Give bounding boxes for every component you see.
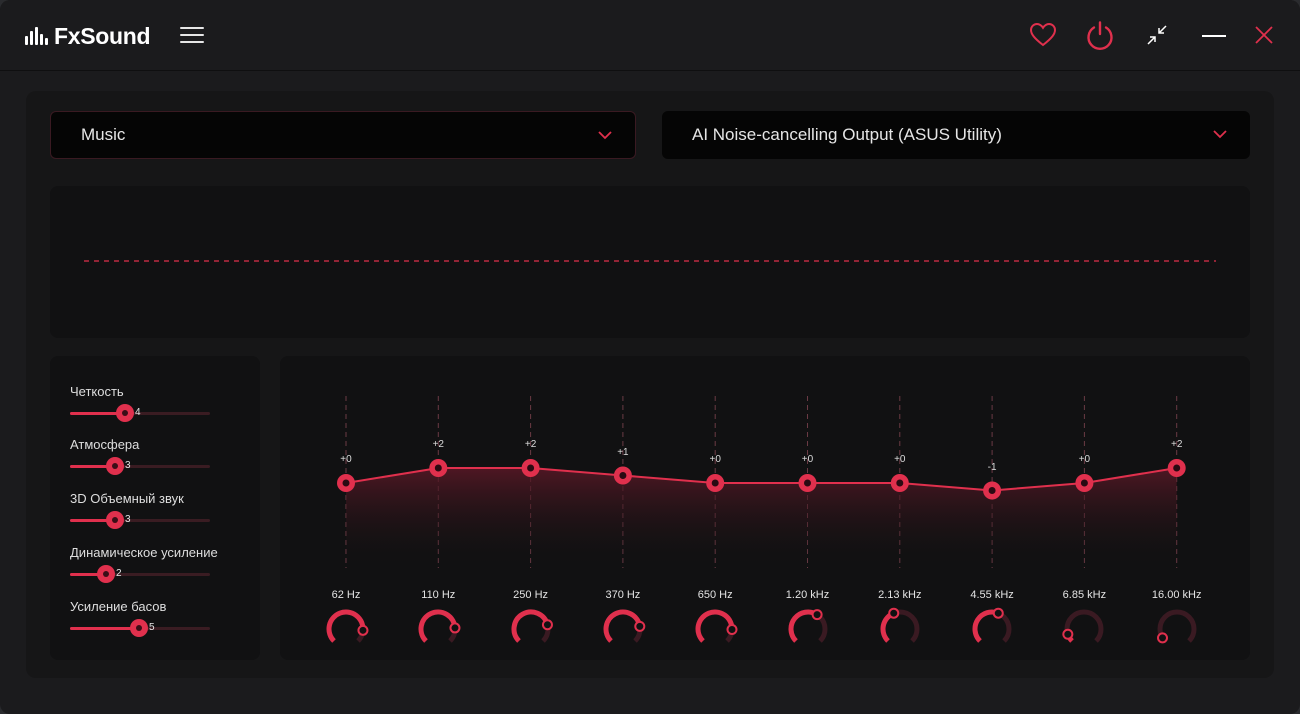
band-gain-label: +2 bbox=[432, 439, 444, 450]
eq-band-handle[interactable] bbox=[1075, 474, 1094, 492]
app-logo: FxSound bbox=[25, 22, 151, 50]
effect-5: Усиление басов 5 bbox=[70, 599, 210, 637]
band-knob[interactable] bbox=[692, 606, 738, 652]
band-knob[interactable] bbox=[508, 606, 554, 652]
slider-thumb[interactable] bbox=[130, 619, 148, 637]
band-frequency-label: 6.85 kHz bbox=[1062, 589, 1107, 601]
effects-panel: Четкость 4 Атмосфера 3 3D Объемный звук 3 Дина… bbox=[50, 356, 260, 660]
eq-band-handle[interactable] bbox=[890, 474, 909, 492]
band-gain-label: -1 bbox=[987, 461, 997, 473]
band-frequency-label: 62 Hz bbox=[331, 589, 361, 601]
slider-thumb[interactable] bbox=[97, 565, 115, 583]
band-knob[interactable] bbox=[1061, 606, 1107, 652]
band-frequency-label: 110 Hz bbox=[421, 589, 456, 601]
chevron-down-icon bbox=[1213, 130, 1227, 139]
heart-icon[interactable] bbox=[1026, 18, 1060, 52]
band-gain-label: +0 bbox=[709, 454, 721, 465]
effect-label: Усиление басов bbox=[70, 599, 167, 614]
band-frequency-label: 2.13 kHz bbox=[878, 589, 922, 601]
eq-band-handle[interactable] bbox=[983, 481, 1002, 500]
fxsound-window: FxSound Music AI Noise-cancelling Output… bbox=[0, 0, 1300, 714]
band-frequency-label: 650 Hz bbox=[697, 589, 733, 601]
app-name: FxSound bbox=[54, 22, 151, 49]
band-gain-label: +1 bbox=[617, 446, 629, 458]
band-frequency-label: 370 Hz bbox=[605, 589, 641, 601]
band-gain-label: +2 bbox=[524, 439, 537, 450]
slider-thumb[interactable] bbox=[106, 457, 124, 475]
title-bar: FxSound bbox=[0, 0, 1300, 71]
band-frequency-label: 4.55 kHz bbox=[970, 589, 1014, 601]
menu-icon[interactable] bbox=[180, 26, 204, 44]
minimize-mode-icon[interactable] bbox=[1140, 18, 1174, 52]
band-knob[interactable] bbox=[877, 606, 923, 652]
main-panel: Music AI Noise-cancelling Output (ASUS U… bbox=[26, 91, 1274, 678]
eq-band-handle[interactable] bbox=[706, 474, 725, 492]
close-icon[interactable] bbox=[1247, 18, 1281, 52]
slider-thumb[interactable] bbox=[116, 404, 134, 422]
band-gain-label: +2 bbox=[1170, 439, 1183, 450]
eq-band-handle[interactable] bbox=[429, 459, 448, 477]
band-knob[interactable] bbox=[785, 606, 831, 652]
effect-slider[interactable]: 2 bbox=[70, 565, 210, 583]
band-knob[interactable] bbox=[415, 606, 461, 652]
slider-fill bbox=[70, 627, 139, 630]
minimize-icon[interactable] bbox=[1197, 18, 1231, 52]
band-gain-label: +0 bbox=[340, 454, 352, 465]
effect-slider[interactable]: 3 bbox=[70, 511, 210, 529]
band-knob[interactable] bbox=[323, 606, 369, 652]
power-icon[interactable] bbox=[1083, 18, 1117, 52]
eq-band-handle[interactable] bbox=[337, 474, 355, 492]
band-knob[interactable] bbox=[600, 606, 646, 652]
effect-slider[interactable]: 3 bbox=[70, 457, 210, 475]
band-frequency-label: 1.20 kHz bbox=[785, 589, 830, 601]
equalizer-panel: +0 62 Hz +2 110 Hz +2 250 Hz +1 370 Hz +0 650 Hz +… bbox=[280, 356, 1250, 660]
band-frequency-label: 250 Hz bbox=[513, 589, 549, 601]
slider-value: 5 bbox=[149, 622, 155, 633]
logo-bars-icon bbox=[25, 27, 48, 45]
spectrum-visualizer bbox=[50, 186, 1250, 338]
band-knob[interactable] bbox=[1154, 606, 1200, 652]
effect-2: Атмосфера 3 bbox=[70, 437, 210, 475]
slider-value: 3 bbox=[125, 460, 131, 471]
effect-4: Динамическое усиление 2 bbox=[70, 545, 218, 583]
effect-label: Четкость bbox=[70, 384, 124, 399]
effect-label: Атмосфера bbox=[70, 437, 140, 452]
effect-slider[interactable]: 4 bbox=[70, 404, 210, 422]
eq-band-handle[interactable] bbox=[798, 474, 817, 492]
effect-label: 3D Объемный звук bbox=[70, 491, 184, 506]
slider-value: 3 bbox=[125, 514, 131, 525]
output-selected: AI Noise-cancelling Output (ASUS Utility… bbox=[692, 125, 1002, 144]
effect-3: 3D Объемный звук 3 bbox=[70, 491, 210, 529]
effect-slider[interactable]: 5 bbox=[70, 619, 210, 637]
band-knob[interactable] bbox=[969, 606, 1015, 652]
effect-1: Четкость 4 bbox=[70, 384, 210, 422]
preset-dropdown[interactable]: Music bbox=[50, 111, 636, 159]
eq-band-handle[interactable] bbox=[521, 459, 540, 477]
effect-label: Динамическое усиление bbox=[70, 545, 218, 560]
output-device-dropdown[interactable]: AI Noise-cancelling Output (ASUS Utility… bbox=[662, 111, 1250, 159]
eq-band-handle[interactable] bbox=[1167, 459, 1186, 477]
band-gain-label: +0 bbox=[801, 454, 814, 465]
band-gain-label: +0 bbox=[894, 454, 906, 465]
slider-value: 2 bbox=[116, 568, 122, 579]
band-frequency-label: 16.00 kHz bbox=[1151, 589, 1202, 601]
chevron-down-icon bbox=[598, 131, 612, 140]
slider-value: 4 bbox=[135, 407, 141, 418]
eq-band-handle[interactable] bbox=[613, 466, 632, 485]
slider-thumb[interactable] bbox=[106, 511, 124, 529]
band-gain-label: +0 bbox=[1078, 454, 1091, 465]
preset-selected: Music bbox=[81, 125, 126, 144]
